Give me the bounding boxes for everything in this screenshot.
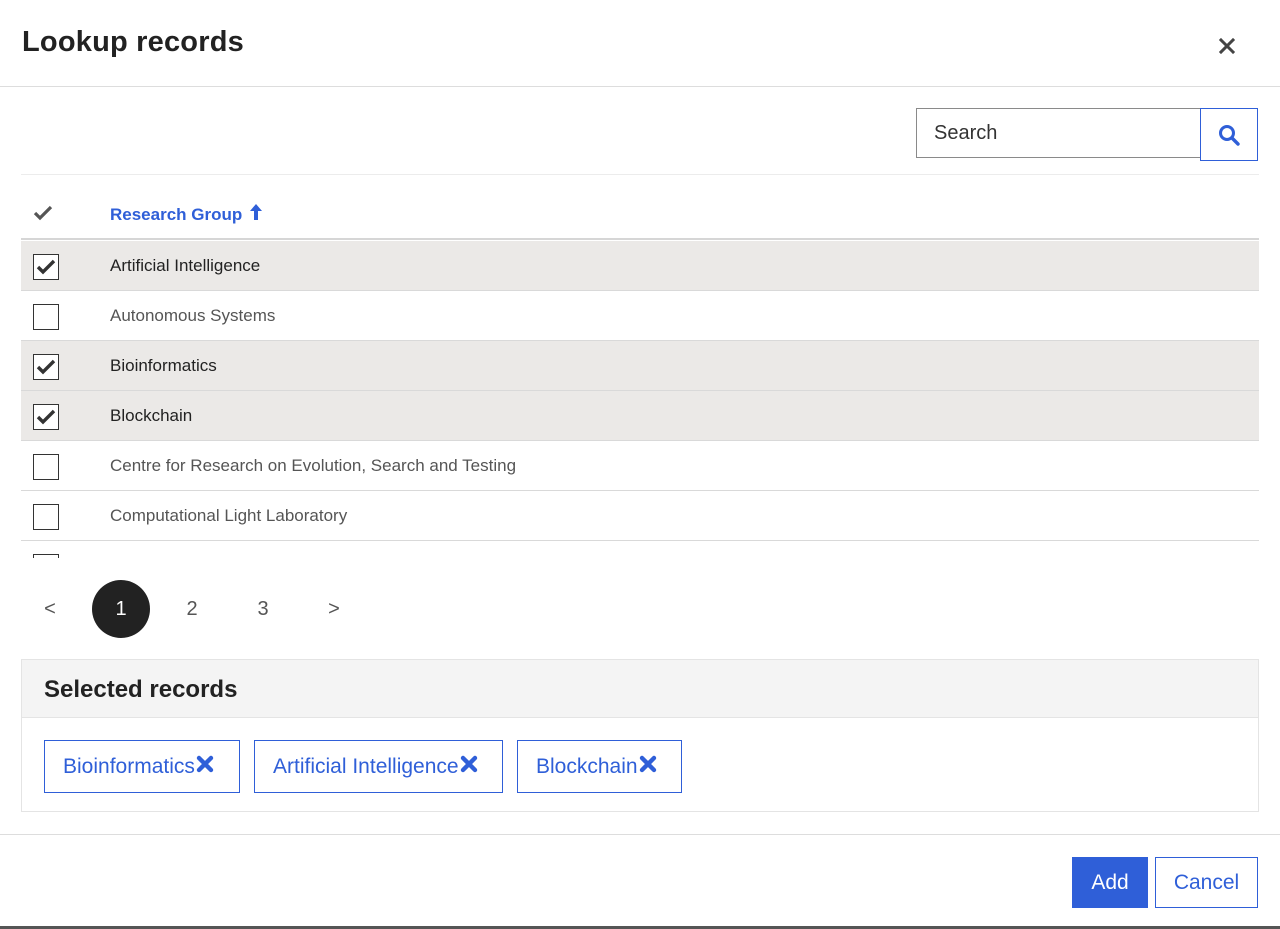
table-header: Research Group [21, 188, 1259, 240]
selected-records-panel: Selected records Bioinformatics Artifici… [21, 659, 1259, 812]
search-bar [21, 88, 1259, 175]
dialog-header: Lookup records [0, 0, 1280, 87]
table-row[interactable]: Centre for Research on Evolution, Search… [21, 441, 1259, 491]
selected-chip[interactable]: Blockchain [517, 740, 682, 793]
row-checkbox[interactable] [33, 304, 59, 330]
table-row[interactable]: Blockchain [21, 391, 1259, 441]
prev-page-button[interactable]: < [21, 580, 79, 638]
dialog-footer: Add Cancel [0, 834, 1280, 929]
search-input[interactable] [916, 108, 1201, 158]
column-header-research-group[interactable]: Research Group [110, 203, 263, 226]
remove-icon[interactable] [460, 755, 478, 779]
check-icon [33, 205, 53, 226]
column-header-label: Research Group [110, 204, 243, 224]
cancel-button[interactable]: Cancel [1155, 857, 1258, 908]
row-label: Centre for Research on Evolution, Search… [110, 456, 517, 475]
search-button[interactable] [1200, 108, 1258, 161]
add-button[interactable]: Add [1072, 857, 1148, 908]
remove-icon[interactable] [639, 755, 657, 779]
page-1-button[interactable]: 1 [92, 580, 150, 638]
arrow-up-icon [249, 203, 263, 226]
chip-label: Artificial Intelligence [273, 754, 459, 778]
row-checkbox[interactable] [33, 554, 59, 558]
row-label: Blockchain [110, 406, 193, 425]
page-3-button[interactable]: 3 [234, 580, 292, 638]
pagination: < 1 2 3 > [21, 575, 421, 639]
lookup-records-dialog: Lookup records Research Group Artificial… [0, 0, 1280, 929]
remove-icon[interactable] [196, 755, 214, 779]
close-button[interactable] [1219, 30, 1247, 62]
page-2-button[interactable]: 2 [163, 580, 221, 638]
selected-chip[interactable]: Artificial Intelligence [254, 740, 503, 793]
chip-label: Bioinformatics [63, 754, 195, 778]
table-row[interactable]: Autonomous Systems [21, 291, 1259, 341]
chip-label: Blockchain [536, 754, 638, 778]
selected-chip[interactable]: Bioinformatics [44, 740, 240, 793]
row-label: Autonomous Systems [110, 306, 276, 325]
table-row-partial[interactable] [21, 541, 1259, 558]
table-row[interactable]: Artificial Intelligence [21, 241, 1259, 291]
row-checkbox[interactable] [33, 404, 59, 430]
table-row[interactable]: Computational Light Laboratory [21, 491, 1259, 541]
row-checkbox[interactable] [33, 254, 59, 280]
row-checkbox[interactable] [33, 504, 59, 530]
row-checkbox[interactable] [33, 454, 59, 480]
table-row[interactable]: Bioinformatics [21, 341, 1259, 391]
close-icon [1219, 38, 1247, 54]
row-label: Bioinformatics [110, 356, 217, 375]
records-list[interactable]: Artificial Intelligence Autonomous System… [21, 241, 1259, 558]
selected-records-title: Selected records [44, 676, 238, 703]
selected-records-header: Selected records [22, 660, 1258, 718]
row-label: Computational Light Laboratory [110, 506, 348, 525]
row-label: Artificial Intelligence [110, 256, 261, 275]
dialog-title: Lookup records [22, 26, 244, 58]
row-checkbox[interactable] [33, 354, 59, 380]
next-page-button[interactable]: > [305, 580, 363, 638]
